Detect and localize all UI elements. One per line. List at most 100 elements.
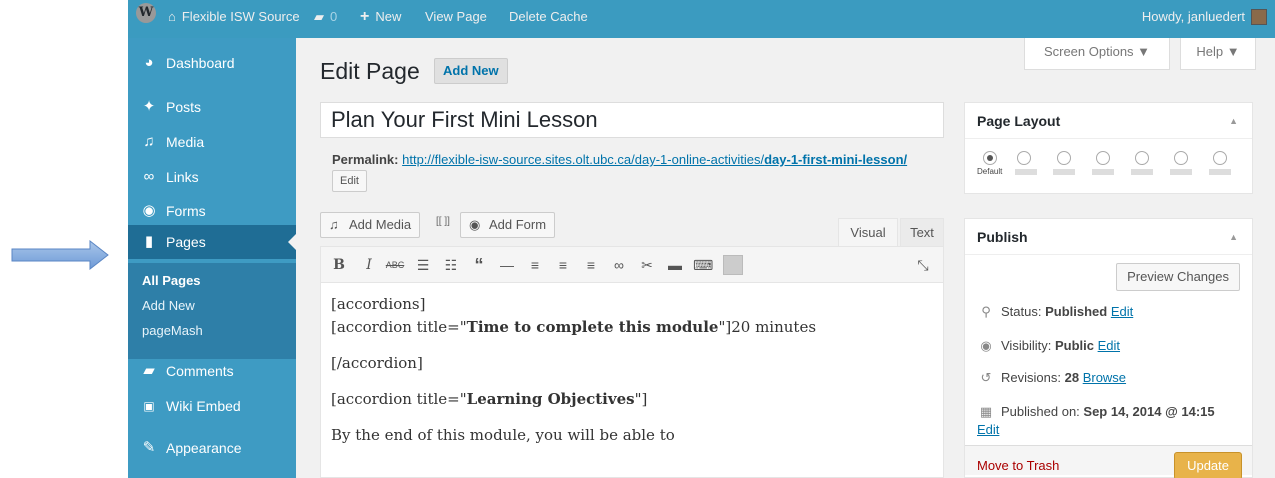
align-center-icon[interactable]: ≡	[553, 255, 573, 275]
align-right-icon[interactable]: ≡	[581, 255, 601, 275]
new-content-link[interactable]: + New	[360, 1, 401, 33]
editor-line: [accordion title="Learning Objectives"]	[331, 388, 931, 411]
layout-radio-option[interactable]	[1135, 151, 1149, 165]
add-form-button[interactable]: ◉ Add Form	[460, 212, 556, 238]
view-page-link[interactable]: View Page	[425, 1, 487, 33]
howdy-user-link[interactable]: Howdy, janluedert	[1142, 1, 1245, 33]
sidebar-item-pages[interactable]: ▮ Pages	[128, 225, 296, 259]
sidebar-item-links[interactable]: ∞ Links	[128, 160, 296, 194]
dashboard-icon: ◕	[144, 54, 154, 71]
layout-preview-bar	[1053, 169, 1075, 175]
forms-icon: ◉	[469, 217, 481, 232]
sidebar-item-label: Pages	[166, 234, 206, 250]
shortcode-text: "]	[634, 390, 648, 408]
edit-date-link[interactable]: Edit	[977, 422, 999, 437]
sidebar-item-comments[interactable]: ▰ Comments	[128, 354, 296, 388]
bulleted-list-icon[interactable]: ☰	[413, 255, 433, 275]
sidebar-item-label: Appearance	[166, 440, 242, 456]
permalink-row: Permalink: http://flexible-isw-source.si…	[332, 150, 942, 192]
editor-line: By the end of this module, you will be a…	[331, 426, 675, 444]
keyboard-toggle-icon[interactable]: ⌨	[693, 255, 713, 275]
collapse-arrow-icon[interactable]: ▲	[1229, 219, 1238, 255]
layout-radio-option[interactable]	[1096, 151, 1110, 165]
layout-radio-option[interactable]	[1174, 151, 1188, 165]
edit-permalink-button[interactable]: Edit	[332, 170, 367, 192]
comment-icon: ▰	[143, 362, 155, 379]
sidebar-item-label: Forms	[166, 203, 206, 219]
blockquote-icon[interactable]: “	[469, 255, 489, 275]
wordpress-logo-icon[interactable]: W	[136, 3, 156, 23]
editor-content[interactable]: [accordions] [accordion title="Time to c…	[331, 293, 931, 460]
unlink-icon[interactable]: ✂	[637, 255, 657, 275]
permalink-label: Permalink:	[332, 152, 399, 167]
page-layout-header[interactable]: Page Layout ▲	[965, 103, 1252, 139]
admin-sidebar: ◕ Dashboard ✦ Posts ♫ Media ∞ Links ◉ Forms ▮…	[128, 38, 296, 478]
submenu-pagemash[interactable]: pageMash	[142, 319, 203, 343]
sidebar-item-forms[interactable]: ◉ Forms	[128, 194, 296, 228]
permalink-link[interactable]: http://flexible-isw-source.sites.olt.ubc…	[402, 152, 907, 167]
edit-status-link[interactable]: Edit	[1111, 304, 1133, 319]
editor-toolbar: B I ABC ☰ ☷ “ — ≡ ≡ ≡ ∞ ✂ ▬ ⌨ ⤡	[321, 247, 943, 283]
italic-icon[interactable]: I	[359, 255, 379, 275]
help-tab[interactable]: Help ▼	[1180, 38, 1256, 70]
layout-radio-option[interactable]	[1213, 151, 1227, 165]
pages-submenu: All Pages Add New pageMash	[128, 263, 296, 359]
editor-box: B I ABC ☰ ☷ “ — ≡ ≡ ≡ ∞ ✂ ▬ ⌨ ⤡ [accordi…	[320, 246, 944, 478]
publish-title: Publish	[977, 229, 1028, 245]
add-new-button[interactable]: Add New	[434, 58, 508, 84]
sidebar-item-appearance[interactable]: ✎ Appearance	[128, 431, 296, 465]
strikethrough-icon[interactable]: ABC	[385, 255, 405, 275]
numbered-list-icon[interactable]: ☷	[441, 255, 461, 275]
fullscreen-icon[interactable]: ⤡	[913, 255, 933, 275]
site-home-link[interactable]: ⌂ Flexible ISW Source	[168, 1, 300, 33]
collapse-arrow-icon[interactable]: ▲	[1229, 103, 1238, 139]
pin-icon: ⚲	[981, 304, 991, 319]
sidebar-item-media[interactable]: ♫ Media	[128, 125, 296, 159]
shortcode-icon[interactable]: [[ ]]	[436, 216, 450, 227]
bold-icon[interactable]: B	[329, 255, 349, 275]
delete-cache-link[interactable]: Delete Cache	[509, 1, 588, 33]
main-content: Screen Options ▼ Help ▼ Edit Page Add Ne…	[296, 38, 1275, 478]
sidebar-item-posts[interactable]: ✦ Posts	[128, 90, 296, 124]
visibility-row: ◉ Visibility: Public Edit	[977, 337, 1120, 355]
status-label: Status:	[1001, 304, 1042, 319]
sidebar-item-wiki-embed[interactable]: ▣ Wiki Embed	[128, 389, 296, 423]
comments-link[interactable]: ▰ 0	[314, 1, 337, 33]
link-icon: ∞	[143, 168, 155, 185]
move-to-trash-link[interactable]: Move to Trash	[977, 458, 1059, 473]
preview-changes-button[interactable]: Preview Changes	[1116, 263, 1240, 291]
tab-visual[interactable]: Visual	[838, 218, 898, 246]
submenu-all-pages[interactable]: All Pages	[142, 269, 201, 293]
image-placeholder-icon[interactable]	[723, 255, 743, 275]
post-title-input[interactable]: Plan Your First Mini Lesson	[320, 102, 944, 138]
status-value: Published	[1045, 304, 1108, 319]
tab-text[interactable]: Text	[900, 218, 944, 246]
horizontal-rule-icon[interactable]: —	[497, 255, 517, 275]
add-media-label: Add Media	[349, 217, 412, 232]
shortcode-text: "]20 minutes	[718, 318, 817, 336]
browse-revisions-link[interactable]: Browse	[1083, 370, 1126, 385]
read-more-icon[interactable]: ▬	[665, 255, 685, 275]
insert-link-icon[interactable]: ∞	[609, 255, 629, 275]
layout-preview-bar	[1015, 169, 1037, 175]
pointer-arrow-icon	[11, 240, 109, 270]
screen-options-tab[interactable]: Screen Options ▼	[1024, 38, 1170, 70]
update-button[interactable]: Update	[1174, 452, 1242, 478]
edit-visibility-link[interactable]: Edit	[1098, 338, 1120, 353]
publish-header[interactable]: Publish ▲	[965, 219, 1252, 255]
layout-radio-option[interactable]	[1057, 151, 1071, 165]
comments-count: 0	[330, 9, 338, 24]
visibility-label: Visibility:	[1001, 338, 1052, 353]
home-icon: ⌂	[168, 9, 176, 24]
sidebar-item-dashboard[interactable]: ◕ Dashboard	[128, 46, 296, 80]
align-left-icon[interactable]: ≡	[525, 255, 545, 275]
add-media-button[interactable]: ♫ Add Media	[320, 212, 421, 238]
calendar-icon: ▦	[979, 404, 993, 419]
user-avatar[interactable]	[1251, 9, 1267, 25]
submenu-add-new[interactable]: Add New	[142, 294, 195, 318]
pages-icon: ▮	[144, 233, 154, 250]
sidebar-item-label: Comments	[166, 363, 234, 379]
layout-radio-default[interactable]	[983, 151, 997, 165]
admin-bar: W ⌂ Flexible ISW Source ▰ 0 + New View Page…	[128, 0, 1275, 38]
layout-radio-option[interactable]	[1017, 151, 1031, 165]
